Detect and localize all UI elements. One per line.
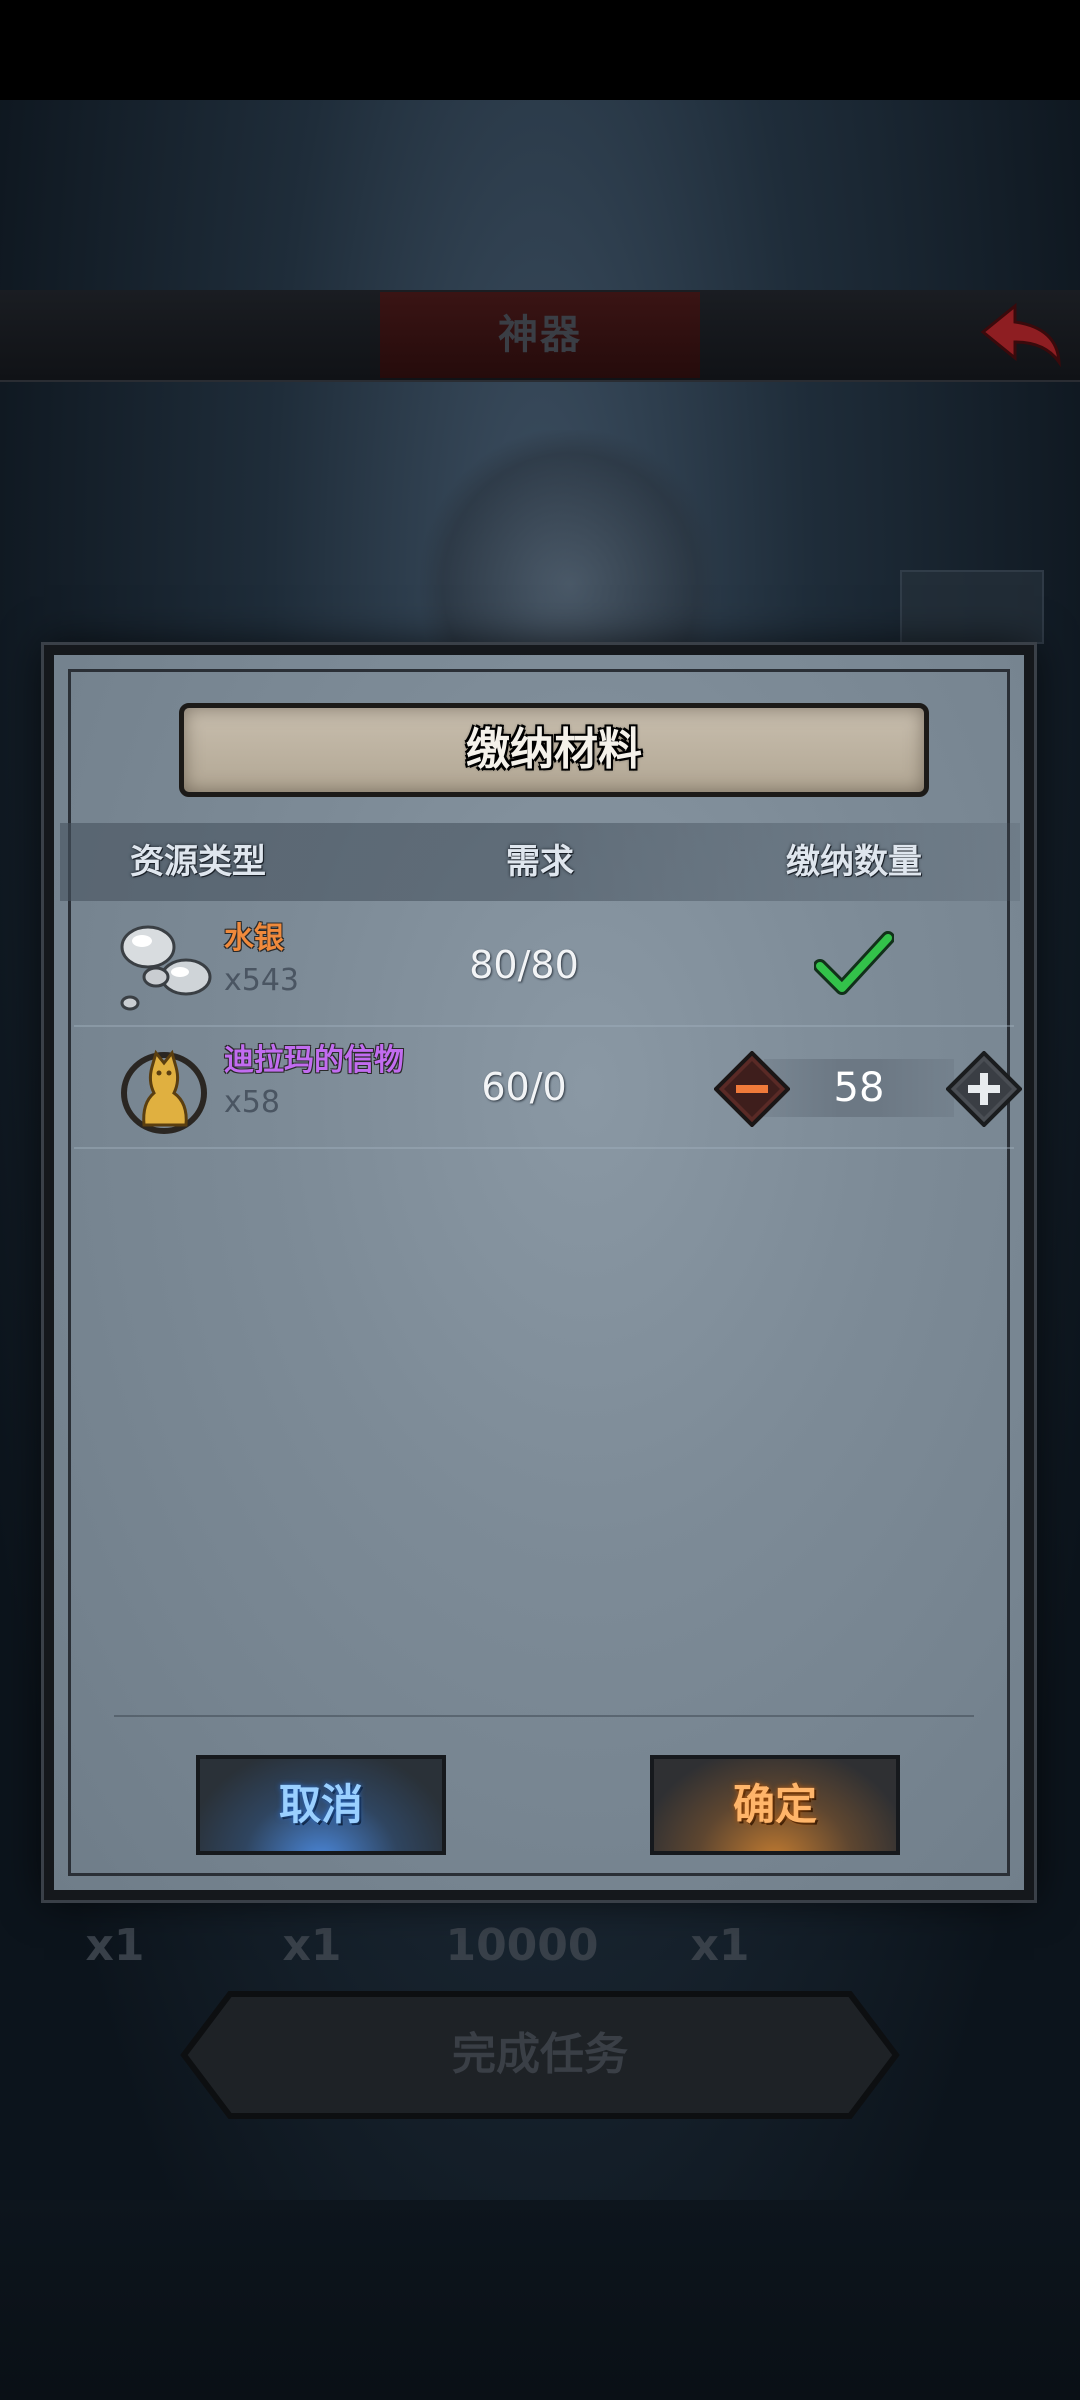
header-submit-amount: 缴纳数量 <box>786 842 922 882</box>
check-icon <box>814 931 894 995</box>
item-requirement: 60/0 <box>481 1065 567 1109</box>
cancel-button[interactable]: 取消 <box>196 1755 446 1855</box>
reward-count: x1 <box>85 1920 145 1971</box>
table-row: 迪拉玛的信物 x58 60/0 58 <box>74 1027 1022 1149</box>
header-requirement: 需求 <box>506 842 574 882</box>
header-resource-type: 资源类型 <box>130 842 266 882</box>
confirm-button[interactable]: 确定 <box>650 1755 900 1855</box>
reward-counts: x1 x1 10000 x1 <box>0 1920 1080 1980</box>
table-header: 资源类型 需求 缴纳数量 <box>60 823 1020 901</box>
dialog-divider <box>114 1715 974 1717</box>
dilama-token-icon <box>121 1049 207 1134</box>
reward-count: x1 <box>282 1920 342 1971</box>
side-card <box>900 570 1044 644</box>
item-name: 水银 <box>224 921 284 956</box>
submit-materials-dialog: 缴纳材料 资源类型 需求 缴纳数量 水银 x543 80/80 迪拉玛的信物 x… <box>44 645 1034 1900</box>
plus-button[interactable] <box>946 1051 1022 1127</box>
dialog-title: 缴纳材料 <box>466 724 642 775</box>
table-row: 水银 x543 80/80 <box>74 905 1014 1027</box>
page-title: 神器 <box>498 312 582 358</box>
item-owned-count: x543 <box>224 963 300 998</box>
reward-count: x1 <box>690 1920 750 1971</box>
complete-task-button[interactable]: 完成任务 <box>180 1990 900 2120</box>
minus-button[interactable] <box>714 1051 790 1127</box>
item-requirement: 80/80 <box>469 943 579 987</box>
mercury-icon <box>120 925 212 1011</box>
item-owned-count: x58 <box>224 1085 280 1120</box>
quantity-stepper-value[interactable]: 58 <box>764 1059 954 1117</box>
bottom-area <box>0 2200 1080 2400</box>
reward-count: 10000 <box>445 1920 599 1971</box>
back-arrow-icon[interactable] <box>975 298 1065 368</box>
